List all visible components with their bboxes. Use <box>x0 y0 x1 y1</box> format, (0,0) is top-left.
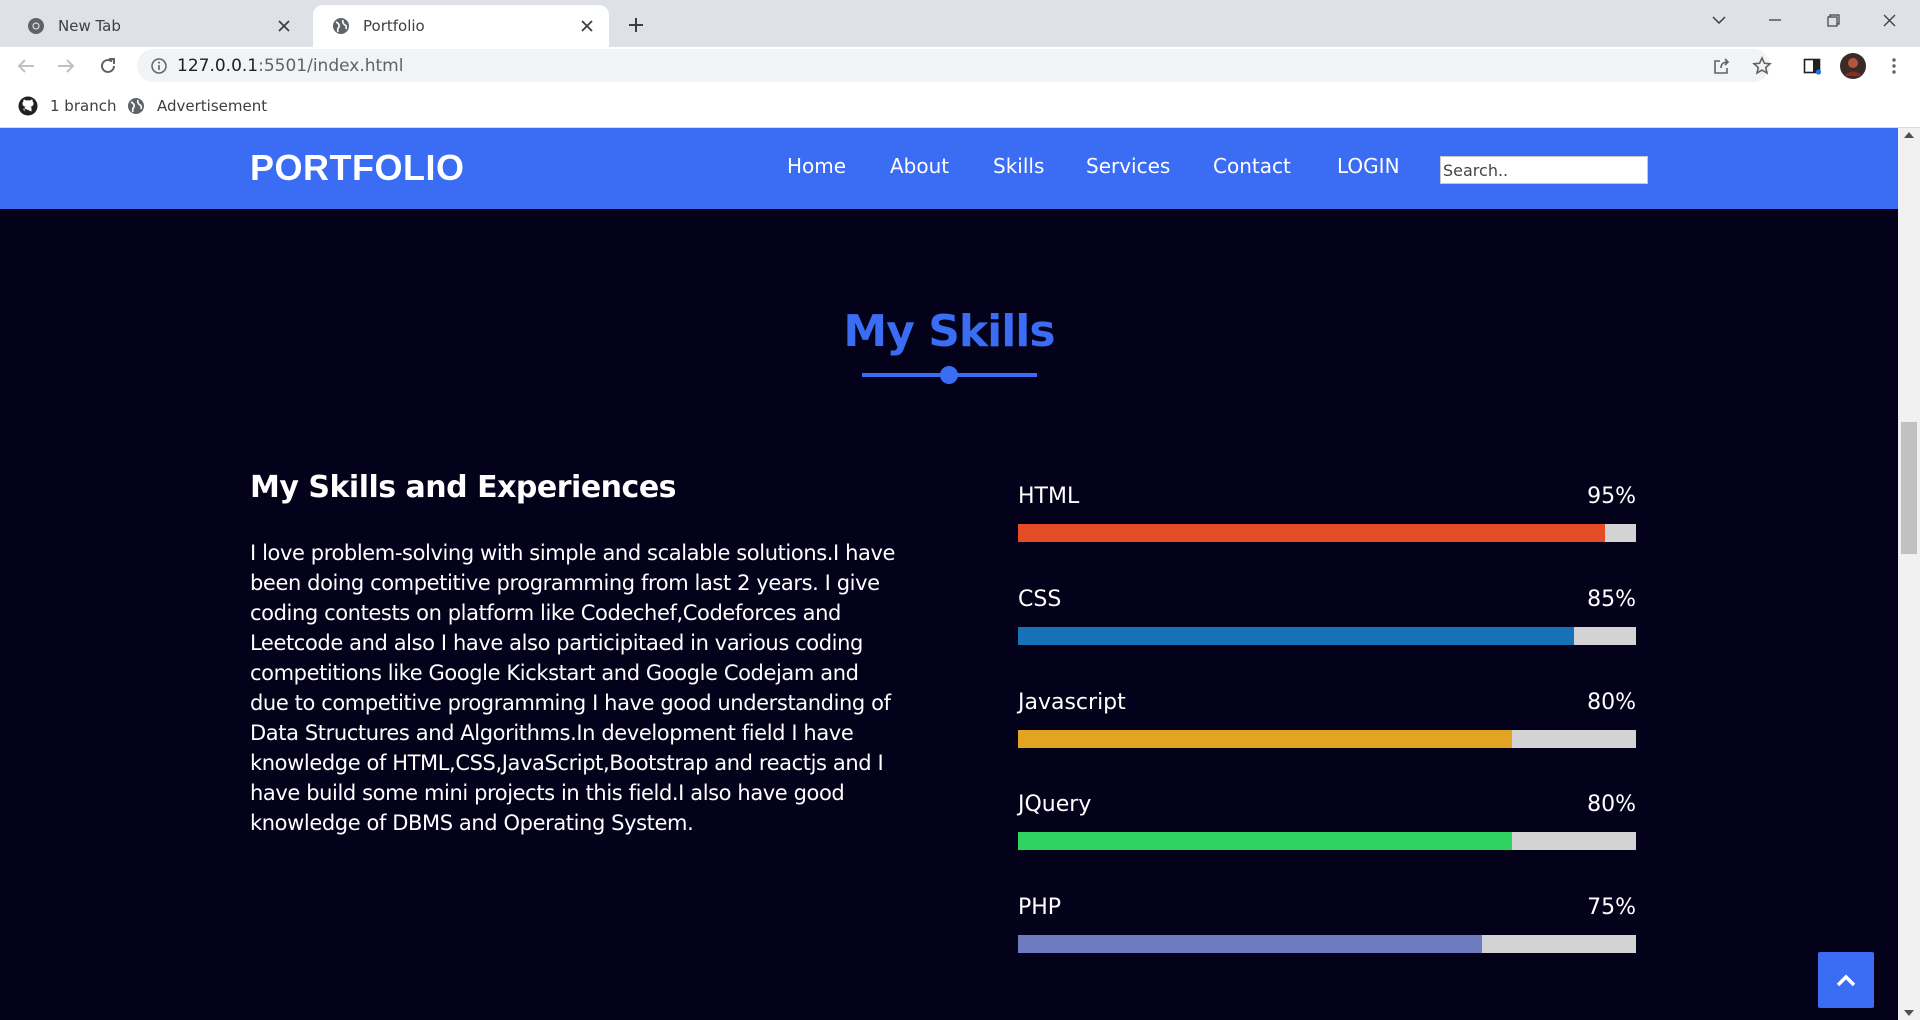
info-icon[interactable] <box>149 56 169 76</box>
bookmark-label: Advertisement <box>157 97 268 115</box>
search-input[interactable] <box>1440 156 1648 184</box>
bookmark-advertisement[interactable]: Advertisement <box>127 94 267 118</box>
side-panel-icon[interactable] <box>1798 52 1826 80</box>
skills-heading: My Skills and Experiences <box>250 470 677 505</box>
more-menu-icon[interactable] <box>1880 52 1908 80</box>
skill-name: Javascript <box>1018 690 1126 715</box>
url-text[interactable]: 127.0.0.1:5501/index.html <box>177 56 403 76</box>
bookmark-label: 1 branch <box>50 97 117 115</box>
skill-progress-track <box>1018 524 1636 542</box>
tab-new-tab[interactable]: New Tab <box>8 5 306 47</box>
skill-progress-track <box>1018 935 1636 953</box>
skill-percent: 80% <box>1587 792 1636 817</box>
address-bar[interactable]: 127.0.0.1:5501/index.html <box>137 49 1770 82</box>
title-underline-dot <box>940 366 958 384</box>
nav-services[interactable]: Services <box>1086 154 1170 178</box>
nav-skills[interactable]: Skills <box>993 154 1044 178</box>
globe-icon <box>128 98 144 114</box>
skills-description: I love problem-solving with simple and s… <box>250 541 896 835</box>
restore-icon[interactable] <box>1810 0 1856 40</box>
minimize-icon[interactable] <box>1752 0 1798 40</box>
nav-about[interactable]: About <box>890 154 949 178</box>
tab-title: Portfolio <box>363 17 425 35</box>
window-close-icon[interactable] <box>1866 0 1912 40</box>
url-path: :5501/index.html <box>258 56 404 76</box>
chrome-icon <box>26 16 46 36</box>
share-icon[interactable] <box>1708 52 1736 80</box>
globe-icon <box>331 16 351 36</box>
tab-title: New Tab <box>58 17 121 35</box>
scroll-to-top-button[interactable] <box>1818 952 1874 1008</box>
tab-search-chevron-icon[interactable] <box>1696 0 1742 40</box>
nav-home[interactable]: Home <box>787 154 846 178</box>
skill-progress-fill <box>1018 730 1513 748</box>
skill-progress-fill <box>1018 832 1513 850</box>
skill-name: CSS <box>1018 587 1062 612</box>
skill-progress-track <box>1018 627 1636 645</box>
skill-progress-fill <box>1018 935 1482 953</box>
reload-icon[interactable] <box>94 52 122 80</box>
url-host: 127.0.0.1 <box>177 56 259 76</box>
skill-name: PHP <box>1018 895 1062 920</box>
tab-portfolio[interactable]: Portfolio <box>313 5 609 47</box>
skill-css: CSS 85% <box>1018 587 1636 647</box>
bookmark-branch[interactable]: 1 branch <box>18 94 116 118</box>
skill-percent: 85% <box>1587 587 1636 612</box>
forward-arrow-icon[interactable] <box>52 52 80 80</box>
page-scrollbar[interactable] <box>1898 128 1920 1020</box>
skill-percent: 95% <box>1587 484 1636 509</box>
skill-progress-fill <box>1018 524 1606 542</box>
browser-toolbar: 127.0.0.1:5501/index.html <box>0 47 1920 84</box>
scrollbar-thumb[interactable] <box>1901 422 1917 554</box>
skill-jquery: JQuery 80% <box>1018 792 1636 852</box>
new-tab-plus-icon[interactable] <box>621 10 651 40</box>
back-arrow-icon[interactable] <box>12 52 40 80</box>
scroll-up-arrow-icon[interactable] <box>1904 132 1914 138</box>
section-title: My Skills <box>843 306 1055 357</box>
site-logo[interactable]: PORTFOLIO <box>250 147 465 189</box>
skill-php: PHP 75% <box>1018 895 1636 955</box>
skill-percent: 80% <box>1587 690 1636 715</box>
close-icon[interactable] <box>272 14 296 38</box>
skill-progress-track <box>1018 730 1636 748</box>
skill-progress-track <box>1018 832 1636 850</box>
github-icon <box>18 96 38 116</box>
skill-javascript: Javascript 80% <box>1018 690 1636 750</box>
avatar[interactable] <box>1839 52 1867 80</box>
site-navbar: PORTFOLIO Home About Skills Services Con… <box>0 128 1898 209</box>
nav-login[interactable]: LOGIN <box>1337 154 1400 178</box>
scroll-down-arrow-icon[interactable] <box>1904 1010 1914 1016</box>
page-viewport: PORTFOLIO Home About Skills Services Con… <box>0 128 1898 1020</box>
star-bookmark-icon[interactable] <box>1748 52 1776 80</box>
skill-name: HTML <box>1018 484 1080 509</box>
skill-html: HTML 95% <box>1018 484 1636 544</box>
browser-tab-strip: New Tab Portfolio <box>0 0 1920 47</box>
chevron-up-icon <box>1836 974 1856 987</box>
close-icon[interactable] <box>575 14 599 38</box>
skill-name: JQuery <box>1018 792 1092 817</box>
skill-percent: 75% <box>1587 895 1636 920</box>
skill-progress-fill <box>1018 627 1575 645</box>
nav-contact[interactable]: Contact <box>1213 154 1291 178</box>
bookmarks-bar: 1 branch Advertisement <box>0 84 1920 128</box>
